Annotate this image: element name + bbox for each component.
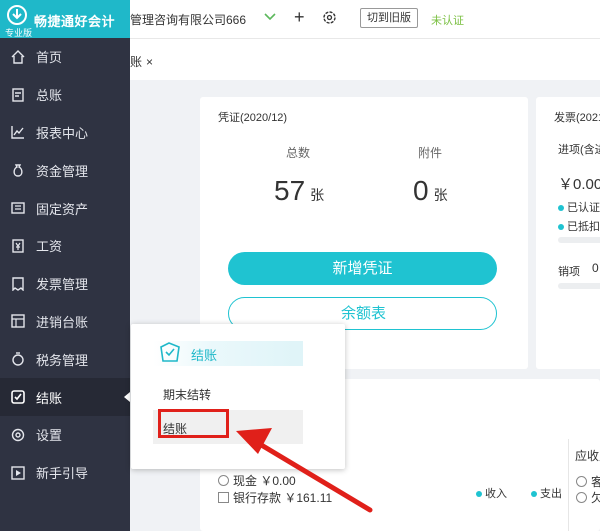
- invoice-card: 发票(2021 进项(含进 ￥0.00 已认证 已抵扣 销项 0: [536, 97, 600, 369]
- period-end-transfer-item[interactable]: 期末结转: [163, 386, 211, 403]
- sidebar-item-ledger[interactable]: 总账: [0, 76, 130, 114]
- sidebar-item-close-books[interactable]: 结账: [0, 378, 130, 416]
- sidebar-item-guide[interactable]: 新手引导: [0, 454, 130, 492]
- sidebar-item-invoices[interactable]: 发票管理: [0, 265, 130, 303]
- logo-icon: [7, 5, 27, 25]
- money-bag-icon: [0, 163, 36, 177]
- total-value[interactable]: 57 张: [274, 175, 324, 207]
- sidebar-item-label: 新手引导: [36, 466, 89, 482]
- close-books-icon: [160, 342, 180, 362]
- sidebar-item-inventory[interactable]: 进销台账: [0, 303, 130, 341]
- salary-icon: [0, 239, 36, 253]
- popup-header: 结账: [153, 341, 303, 366]
- ledger-icon: [0, 87, 36, 102]
- receivable-line-2: 欠: [576, 489, 600, 506]
- top-bar: 管理咨询有限公司666 + 切到旧版 未认证: [130, 0, 600, 38]
- input-invoice-label: 进项(含进: [558, 144, 600, 156]
- attachment-value[interactable]: 0张: [413, 175, 448, 207]
- expense-label: 支出: [540, 488, 562, 500]
- gear-icon[interactable]: [322, 10, 337, 25]
- new-voucher-button[interactable]: 新增凭证: [228, 252, 497, 285]
- sidebar-item-label: 报表中心: [36, 125, 89, 141]
- invoice-card-title: 发票(2021: [554, 112, 600, 124]
- sidebar-item-tax[interactable]: 税务管理: [0, 340, 130, 378]
- invoice-icon: [0, 276, 36, 291]
- sidebar-item-label: 结账: [36, 390, 63, 406]
- attachment-label: 附件: [418, 146, 443, 160]
- sidebar-item-salary[interactable]: 工资: [0, 227, 130, 265]
- receivable-title: 应收账: [575, 449, 600, 463]
- sidebar-item-label: 资金管理: [36, 163, 89, 179]
- output-invoice-value: 0: [592, 261, 599, 275]
- popup-title: 结账: [191, 348, 218, 363]
- home-icon: [0, 49, 36, 64]
- arrow-icon: [236, 428, 373, 513]
- output-invoice-label: 销项: [558, 266, 580, 278]
- logo-title: 畅捷通好会计: [34, 14, 116, 29]
- sidebar: 畅捷通好会计 专业版 首页 总账 报表中心 资金管理 固定资产 工资 发票管理 …: [0, 0, 130, 531]
- highlight-box: [158, 409, 229, 438]
- expense-legend: 支出: [531, 485, 562, 501]
- tax-icon: [0, 352, 36, 366]
- unverified-status[interactable]: 未认证: [431, 12, 464, 28]
- close-books-icon: [0, 390, 36, 404]
- debt-icon: [576, 492, 587, 503]
- total-label: 总数: [286, 146, 311, 160]
- income-legend: 收入: [476, 485, 507, 501]
- tab-label: 账: [130, 55, 143, 69]
- sidebar-item-label: 税务管理: [36, 352, 89, 368]
- dot-icon: [531, 491, 537, 498]
- sidebar-item-label: 固定资产: [36, 201, 89, 217]
- customer-icon: [576, 476, 587, 487]
- attachment-number: 0: [413, 175, 429, 206]
- add-icon[interactable]: +: [294, 7, 305, 28]
- voucher-card-title: 凭证(2020/12): [218, 112, 288, 124]
- asset-icon: [0, 201, 36, 215]
- dot-icon: [558, 224, 564, 231]
- progress-bar: [558, 237, 600, 243]
- sidebar-item-assets[interactable]: 固定资产: [0, 189, 130, 227]
- deducted-status: 已抵扣: [558, 218, 600, 234]
- app-root: 畅捷通好会计 专业版 首页 总账 报表中心 资金管理 固定资产 工资 发票管理 …: [0, 0, 600, 531]
- sidebar-item-label: 首页: [36, 50, 63, 66]
- inventory-icon: [0, 314, 36, 329]
- close-icon[interactable]: ×: [146, 55, 153, 69]
- tab-bar: 账 ×: [130, 38, 600, 80]
- chart-icon: [0, 125, 36, 140]
- logo[interactable]: 畅捷通好会计 专业版: [0, 0, 130, 38]
- attachment-unit: 张: [433, 187, 448, 203]
- income-label: 收入: [485, 488, 507, 500]
- input-invoice-amount: ￥0.00: [558, 176, 600, 193]
- sidebar-item-label: 设置: [36, 428, 63, 444]
- deducted-label: 已抵扣: [567, 221, 600, 233]
- guide-icon: [0, 465, 36, 480]
- chevron-down-icon[interactable]: [264, 12, 276, 22]
- sidebar-item-label: 发票管理: [36, 277, 89, 293]
- sidebar-nav: 首页 总账 报表中心 资金管理 固定资产 工资 发票管理 进销台账 税务管理 结…: [0, 38, 130, 492]
- sidebar-item-funds[interactable]: 资金管理: [0, 151, 130, 189]
- sidebar-item-label: 工资: [36, 239, 63, 255]
- sidebar-item-label: 总账: [36, 88, 63, 104]
- dot-icon: [476, 491, 482, 498]
- receivable-line-1: 客: [576, 473, 600, 490]
- sidebar-item-home[interactable]: 首页: [0, 38, 130, 76]
- company-selector[interactable]: 管理咨询有限公司666: [130, 11, 246, 28]
- tab-ledger[interactable]: 账 ×: [130, 53, 153, 70]
- verified-label: 已认证: [567, 202, 600, 214]
- divider: [568, 439, 569, 531]
- sidebar-item-settings[interactable]: 设置: [0, 416, 130, 454]
- switch-old-version-button[interactable]: 切到旧版: [360, 8, 418, 28]
- receivable-r1: 客: [591, 475, 600, 489]
- sidebar-item-reports[interactable]: 报表中心: [0, 114, 130, 152]
- settings-icon: [0, 428, 36, 442]
- progress-bar: [558, 283, 600, 289]
- sidebar-item-label: 进销台账: [36, 314, 89, 330]
- verified-status: 已认证: [558, 199, 600, 215]
- total-number: 57: [274, 175, 306, 206]
- dot-icon: [558, 205, 564, 212]
- total-unit: 张: [310, 187, 325, 203]
- receivable-r2: 欠: [591, 491, 600, 505]
